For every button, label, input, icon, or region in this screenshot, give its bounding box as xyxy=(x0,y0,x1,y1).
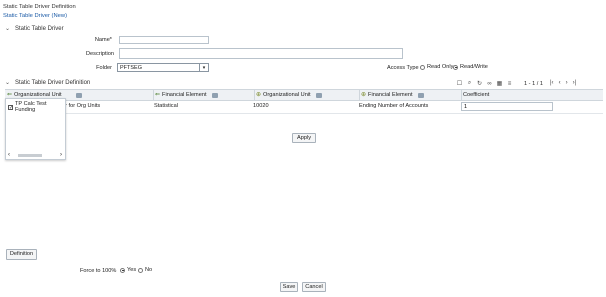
target-icon: ⊕ xyxy=(256,92,262,98)
cancel-button[interactable]: Cancel xyxy=(302,282,326,292)
filter-icon[interactable] xyxy=(417,92,424,98)
cell-org-unit-2: 10020 xyxy=(253,103,269,109)
access-type-label: Access Type xyxy=(387,65,419,71)
col-header-fin-element[interactable]: ⇐ Financial Element xyxy=(155,90,218,100)
chevron-down-icon: ▾ xyxy=(199,64,208,71)
name-label: Name* xyxy=(94,37,112,43)
folder-select[interactable]: PFTSEG ▾ xyxy=(117,63,209,72)
folder-value: PFTSEG xyxy=(120,65,143,71)
section-static-table-driver[interactable]: ⌄ Static Table Driver xyxy=(5,26,64,32)
filter-icon[interactable] xyxy=(211,92,218,98)
collapse-chevron-icon[interactable]: ⌄ xyxy=(5,80,12,86)
section-title: Static Table Driver xyxy=(15,26,64,32)
table-row[interactable]: er for Org Units Statistical 10020 Endin… xyxy=(5,100,603,114)
cell-fin-element: Statistical xyxy=(154,103,178,109)
name-input[interactable] xyxy=(119,36,209,44)
checkbox-icon[interactable]: ✓ xyxy=(8,104,13,110)
select-all-checkbox-icon[interactable]: ☐ xyxy=(456,80,463,87)
folder-label: Folder xyxy=(96,65,112,71)
breadcrumb-link[interactable]: Static Table Driver (New) xyxy=(3,13,67,19)
horizontal-scrollbar[interactable]: ‹ › xyxy=(8,152,62,158)
radio-no[interactable] xyxy=(138,267,143,273)
save-button[interactable]: Save xyxy=(280,282,298,292)
radio-read-write[interactable] xyxy=(453,64,458,70)
col-header-org-unit-2[interactable]: ⊕ Organizational Unit xyxy=(256,90,322,100)
next-page-icon[interactable]: › xyxy=(566,80,568,86)
col-header-coefficient[interactable]: Coefficient xyxy=(463,90,489,100)
force-label: Force to 100% xyxy=(80,268,117,274)
apply-button[interactable]: Apply xyxy=(292,133,316,143)
definition-button[interactable]: Definition xyxy=(6,249,37,260)
filter-icon[interactable] xyxy=(315,92,322,98)
access-read-write-option[interactable]: Read/Write xyxy=(453,64,488,70)
search-icon[interactable]: ⌕ xyxy=(466,80,473,87)
access-read-write-label: Read/Write xyxy=(460,64,488,70)
coefficient-input[interactable] xyxy=(461,102,553,111)
col-header-fin-element-2[interactable]: ⊕ Financial Element xyxy=(361,90,424,100)
filter-icon[interactable] xyxy=(75,92,82,98)
collapse-chevron-icon[interactable]: ⌄ xyxy=(5,26,12,32)
grid-view-icon[interactable]: ▦ xyxy=(496,80,503,87)
scroll-left-icon[interactable]: ‹ xyxy=(8,152,10,158)
refresh-icon[interactable]: ↻ xyxy=(476,80,483,87)
cell-fin-element-2: Ending Number of Accounts xyxy=(359,103,429,109)
description-label: Description xyxy=(86,51,114,57)
section-driver-definition[interactable]: ⌄ Static Table Driver Definition xyxy=(5,80,90,86)
last-page-icon[interactable]: ›| xyxy=(573,80,577,86)
section-title: Static Table Driver Definition xyxy=(15,80,91,86)
first-page-icon[interactable]: |‹ xyxy=(550,80,554,86)
prev-page-icon[interactable]: ‹ xyxy=(559,80,561,86)
sort-icon[interactable]: ≡ xyxy=(506,80,513,87)
dropdown-item[interactable]: ✓ TP Calc Test Funding xyxy=(8,101,65,113)
radio-read-only[interactable] xyxy=(420,64,425,70)
pagination-text: 1 - 1 / 1 xyxy=(524,81,543,87)
description-input[interactable] xyxy=(119,48,403,59)
pagination-controls: |‹ ‹ › ›| xyxy=(550,80,576,86)
scroll-right-icon[interactable]: › xyxy=(60,152,62,158)
radio-yes[interactable] xyxy=(120,267,125,273)
page-title: Static Table Driver Definition xyxy=(3,4,76,10)
cell-org-unit: er for Org Units xyxy=(62,103,101,109)
link-icon[interactable]: ∞ xyxy=(486,80,493,87)
access-read-only-label: Read Only xyxy=(427,64,454,70)
dropdown-item-label: TP Calc Test Funding xyxy=(15,101,47,113)
force-no-option[interactable]: No xyxy=(138,267,152,273)
org-unit-dropdown[interactable]: ✓ TP Calc Test Funding ‹ › xyxy=(5,98,66,160)
scrollbar-thumb[interactable] xyxy=(18,154,42,157)
grid-toolbar: ☐ ⌕ ↻ ∞ ▦ ≡ xyxy=(456,80,513,87)
force-yes-option[interactable]: Yes xyxy=(120,267,136,273)
access-read-only-option[interactable]: Read Only xyxy=(420,64,453,70)
arrow-left-icon: ⇐ xyxy=(155,92,161,98)
target-icon: ⊕ xyxy=(361,92,367,98)
